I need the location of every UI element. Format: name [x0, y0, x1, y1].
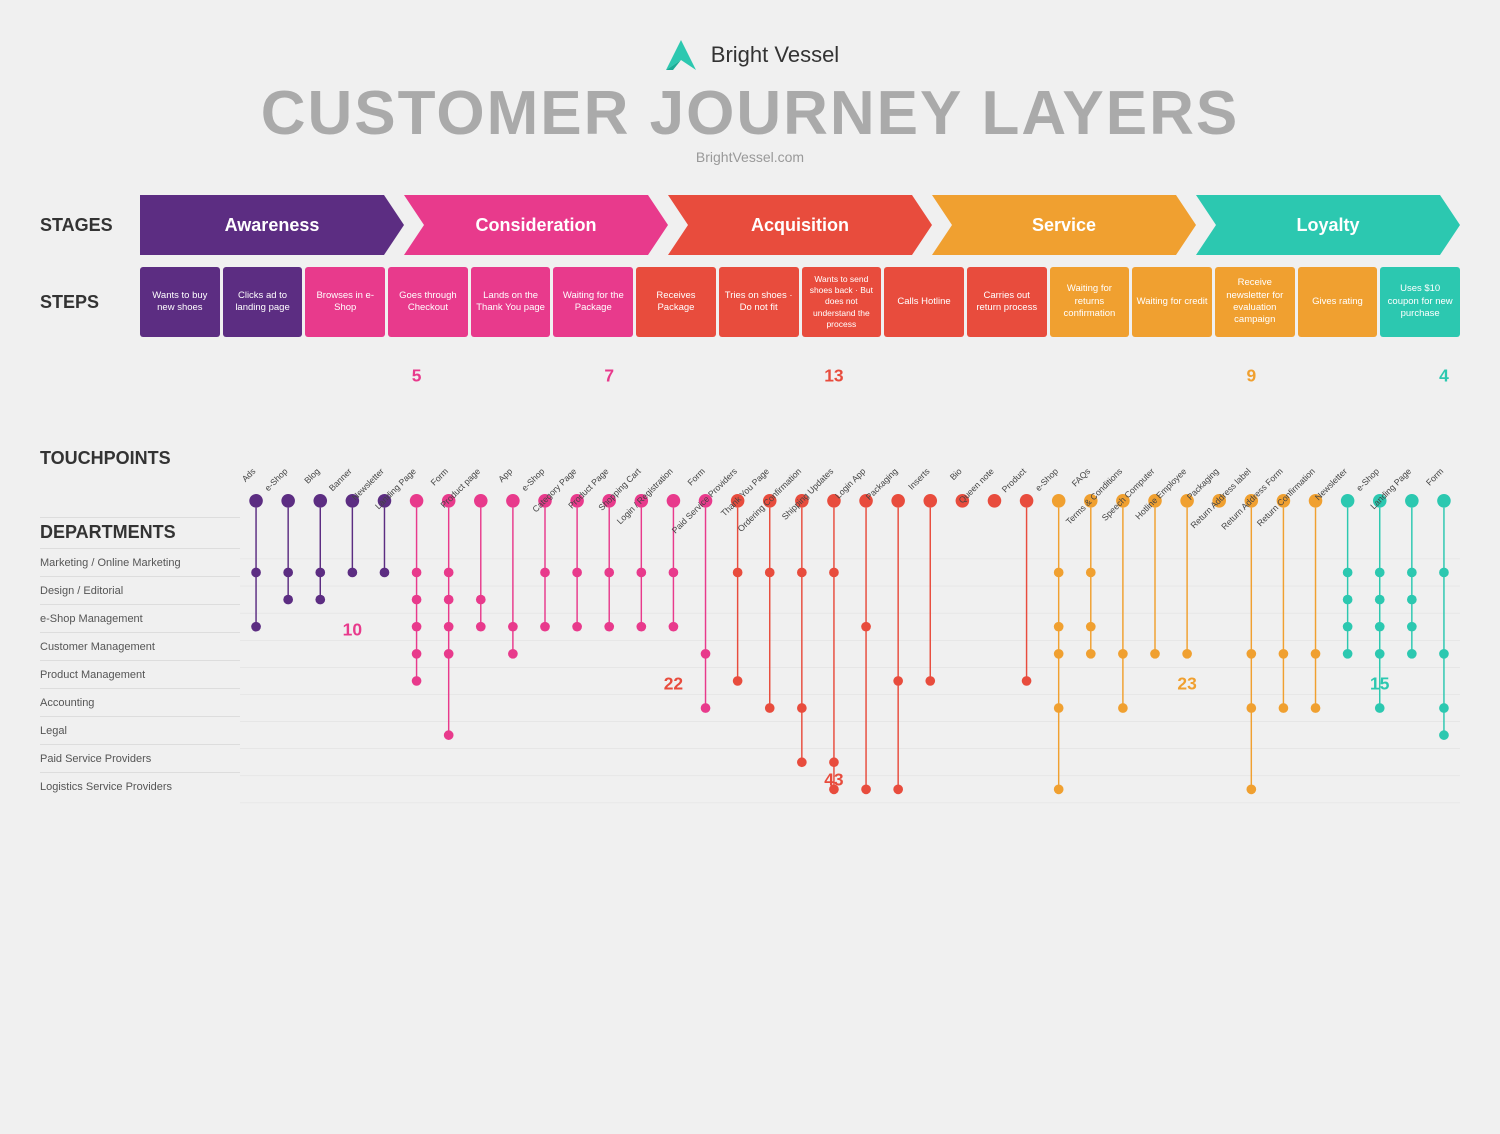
svg-text:Return Address Form: Return Address Form	[1219, 466, 1285, 532]
main-title: CUSTOMER JOURNEY LAYERS	[40, 83, 1460, 145]
step-1: Wants to buy new shoes	[140, 267, 220, 337]
svg-text:e-Shop: e-Shop	[1033, 466, 1060, 493]
svg-text:Ads: Ads	[240, 466, 258, 484]
left-labels: TOUCHPOINTS DEPARTMENTS Marketing / Onli…	[40, 352, 240, 887]
svg-text:Return Confirmation: Return Confirmation	[1255, 466, 1317, 528]
svg-text:Banner: Banner	[327, 466, 354, 493]
dept-marketing: Marketing / Online Marketing	[40, 548, 240, 576]
step-2: Clicks ad to landing page	[223, 267, 303, 337]
svg-text:FAQs: FAQs	[1070, 466, 1093, 489]
svg-text:9: 9	[1246, 366, 1256, 386]
svg-text:Bio: Bio	[948, 466, 964, 482]
step-11: Carries out return process	[967, 267, 1047, 337]
header: Bright Vessel CUSTOMER JOURNEY LAYERS Br…	[40, 20, 1460, 185]
svg-text:e-Shop: e-Shop	[1354, 466, 1381, 493]
stage-acquisition: Acquisition	[668, 195, 932, 255]
stages-row: STAGES Awareness Consideration Acquisiti…	[40, 195, 1460, 255]
svg-text:Blog: Blog	[302, 466, 322, 486]
touchpoints-chart: Adse-ShopBlogBannerNewsletterLanding Pag…	[240, 352, 1460, 882]
step-12: Waiting for returns confirmation	[1050, 267, 1130, 337]
page-container: Bright Vessel CUSTOMER JOURNEY LAYERS Br…	[0, 0, 1500, 1134]
svg-text:7: 7	[604, 366, 614, 386]
touchpoints-title: TOUCHPOINTS	[40, 448, 171, 474]
step-13: Waiting for credit	[1132, 267, 1212, 337]
step-16: Uses $10 coupon for new purchase	[1380, 267, 1460, 337]
step-14: Receive newsletter for evaluation campai…	[1215, 267, 1295, 337]
dept-legal: Legal	[40, 716, 240, 744]
stages-label: STAGES	[40, 215, 140, 236]
dept-product: Product Management	[40, 660, 240, 688]
svg-text:43: 43	[824, 769, 844, 789]
dept-logistics: Logistics Service Providers	[40, 772, 240, 800]
subtitle: BrightVessel.com	[40, 149, 1460, 165]
svg-text:Form: Form	[1424, 466, 1445, 487]
steps-row: STEPS Wants to buy new shoes Clicks ad t…	[40, 267, 1460, 337]
dept-accounting: Accounting	[40, 688, 240, 716]
svg-text:Product: Product	[1000, 466, 1029, 495]
svg-text:e-Shop: e-Shop	[263, 466, 290, 493]
step-6: Waiting for the Package	[553, 267, 633, 337]
step-10: Calls Hotline	[884, 267, 964, 337]
svg-text:Form: Form	[429, 466, 450, 487]
stages-arrows: Awareness Consideration Acquisition Serv…	[140, 195, 1460, 255]
svg-text:13: 13	[824, 366, 844, 386]
svg-text:Inserts: Inserts	[906, 466, 932, 492]
step-4: Goes through Checkout	[388, 267, 468, 337]
svg-text:Terms & Conditions: Terms & Conditions	[1064, 466, 1125, 527]
step-9: Wants to send shoes back · But does not …	[802, 267, 882, 337]
logo-area: Bright Vessel	[40, 35, 1460, 75]
step-3: Browses in e-Shop	[305, 267, 385, 337]
dept-design: Design / Editorial	[40, 576, 240, 604]
step-7: Receives Package	[636, 267, 716, 337]
dept-eshop: e-Shop Management	[40, 604, 240, 632]
svg-text:5: 5	[412, 366, 422, 386]
svg-text:10: 10	[343, 619, 362, 639]
svg-text:Form: Form	[686, 466, 707, 487]
svg-text:23: 23	[1177, 674, 1197, 694]
svg-text:Login / Registration: Login / Registration	[615, 466, 675, 526]
svg-text:Return Address label: Return Address label	[1189, 466, 1253, 530]
steps-label: STEPS	[40, 292, 140, 313]
svg-text:22: 22	[664, 674, 683, 694]
steps-container: Wants to buy new shoes Clicks ad to land…	[140, 267, 1460, 337]
stage-service: Service	[932, 195, 1196, 255]
step-8: Tries on shoes · Do not fit	[719, 267, 799, 337]
svg-text:4: 4	[1439, 366, 1449, 386]
dept-customer: Customer Management	[40, 632, 240, 660]
svg-text:App: App	[496, 466, 514, 484]
dept-paid-service: Paid Service Providers	[40, 744, 240, 772]
logo-icon	[661, 35, 701, 75]
logo-text: Bright Vessel	[711, 42, 839, 68]
svg-text:15: 15	[1370, 674, 1390, 694]
departments-title: DEPARTMENTS	[40, 522, 240, 548]
stage-awareness: Awareness	[140, 195, 404, 255]
step-15: Gives rating	[1298, 267, 1378, 337]
stage-loyalty: Loyalty	[1196, 195, 1460, 255]
step-5: Lands on the Thank You page	[471, 267, 551, 337]
chart-area: Adse-ShopBlogBannerNewsletterLanding Pag…	[240, 352, 1460, 887]
stage-consideration: Consideration	[404, 195, 668, 255]
svg-text:e-Shop: e-Shop	[519, 466, 546, 493]
